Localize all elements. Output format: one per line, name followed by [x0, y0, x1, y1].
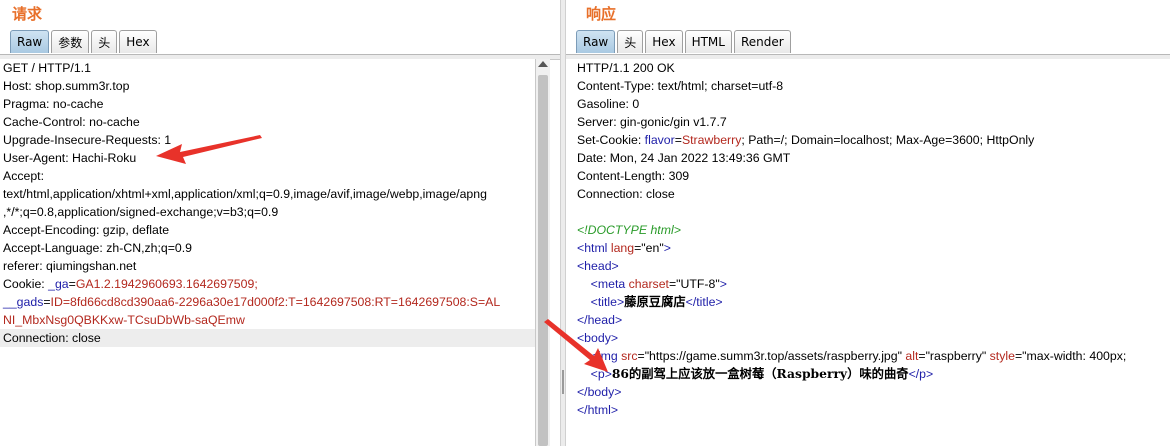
scroll-up-icon[interactable]: [538, 61, 548, 67]
request-tab-raw[interactable]: Raw: [10, 30, 50, 53]
attr-name: lang: [607, 241, 635, 255]
response-line: Gasoline: 0: [577, 97, 640, 111]
request-tab-params[interactable]: 参数: [51, 30, 90, 53]
request-line: Accept-Encoding: gzip, deflate: [3, 223, 170, 237]
request-line: GET / HTTP/1.1: [3, 61, 91, 75]
attr-name: src: [617, 349, 638, 363]
attr-value: "UTF-8": [676, 277, 720, 291]
set-cookie-eq: =: [674, 133, 682, 147]
set-cookie-name: flavor: [644, 133, 675, 147]
response-blank-line: [566, 203, 1170, 221]
request-tabs: Raw 参数 头 Hex: [10, 30, 157, 54]
response-line-set-cookie: Set-Cookie: flavor=Strawberry; Path=/; D…: [566, 131, 1170, 149]
attr-value: "raspberry": [925, 349, 987, 363]
attr-eq: =: [637, 349, 645, 363]
response-tab-render[interactable]: Render: [733, 30, 791, 53]
html-tag-line: <html lang="en">: [566, 239, 1170, 257]
response-line: Server: gin-gonic/gin v1.7.7: [577, 115, 727, 129]
response-line: Content-Type: text/html; charset=utf-8: [577, 79, 784, 93]
cookie-eq: =: [68, 277, 76, 291]
request-tab-headers[interactable]: 头: [91, 30, 118, 53]
tag-bracket: <: [590, 349, 598, 363]
html-tag-line: <p>86的副驾上应该放一盒树莓（Raspberry）味的曲奇</p>: [566, 365, 1170, 383]
response-line: HTTP/1.1 200 OK: [577, 61, 675, 75]
response-pane: 响应 Raw 头 Hex HTML Render HTTP/1.1 200 OK…: [566, 0, 1170, 446]
request-line-cookie: __gads=ID=8fd66cd8cd390aa6-2296a30e17d00…: [0, 293, 535, 311]
request-line-user-agent: User-Agent: Hachi-Roku: [3, 151, 137, 165]
html-tag-line: <img src="https://game.summ3r.top/assets…: [566, 347, 1170, 365]
tag-name: meta: [597, 277, 626, 291]
response-tab-hex[interactable]: Hex: [645, 30, 683, 53]
request-pane: 请求 Raw 参数 头 Hex GET / HTTP/1.1 Host: sho…: [0, 0, 560, 446]
set-cookie-suffix: ; Path=/; Domain=localhost; Max-Age=3600…: [741, 133, 1035, 147]
response-line: Date: Mon, 24 Jan 2022 13:49:36 GMT: [577, 151, 791, 165]
tag-bracket: >: [663, 241, 671, 255]
request-scrollbar[interactable]: [536, 59, 550, 446]
tag-name: img: [597, 349, 618, 363]
html-tag-line: <head>: [577, 259, 619, 273]
set-cookie-prefix: Set-Cookie:: [577, 133, 645, 147]
request-line: ,*/*;q=0.8,application/signed-exchange;v…: [3, 205, 279, 219]
request-line: Host: shop.summ3r.top: [3, 79, 130, 93]
request-line: text/html,application/xhtml+xml,applicat…: [3, 187, 487, 201]
response-tabs: Raw 头 Hex HTML Render: [576, 30, 791, 54]
cookie-name: __gads: [3, 295, 44, 309]
cookie-eq: =: [43, 295, 51, 309]
cookie-value: NI_MbxNsg0QBKKxw-TCsuDbWb-saQEmw: [3, 313, 245, 327]
request-line: Upgrade-Insecure-Requests: 1: [3, 133, 172, 147]
response-title: 响应: [586, 5, 617, 23]
tag-bracket: >: [719, 277, 727, 291]
response-editor[interactable]: HTTP/1.1 200 OK Content-Type: text/html;…: [566, 59, 1170, 446]
html-tag-line: <body>: [577, 331, 619, 345]
attr-name: style: [986, 349, 1015, 363]
attr-value: "en": [641, 241, 664, 255]
attr-value: "https://game.summ3r.top/assets/raspberr…: [644, 349, 902, 363]
response-line: Content-Length: 309: [577, 169, 690, 183]
tag-close: </p>: [908, 367, 934, 381]
tag-name: html: [584, 241, 608, 255]
paragraph-text: 86的副驾上应该放一盒树莓（Raspberry）味的曲奇: [611, 366, 909, 381]
attr-name: charset: [625, 277, 669, 291]
request-editor[interactable]: GET / HTTP/1.1 Host: shop.summ3r.top Pra…: [0, 59, 536, 446]
tag-open: <title>: [590, 295, 625, 309]
request-line-cookie: NI_MbxNsg0QBKKxw-TCsuDbWb-saQEmw: [0, 311, 535, 329]
scroll-thumb[interactable]: [538, 75, 548, 446]
request-line-connection: Connection: close: [0, 329, 535, 347]
doctype-line: <!DOCTYPE html>: [577, 223, 681, 237]
divider-grip-icon[interactable]: [562, 370, 564, 394]
request-line: Accept-Language: zh-CN,zh;q=0.9: [3, 241, 193, 255]
request-line: Pragma: no-cache: [3, 97, 104, 111]
html-tag-line: </head>: [577, 313, 623, 327]
tag-open: <p>: [590, 367, 612, 381]
request-line: Cache-Control: no-cache: [3, 115, 140, 129]
response-line: Connection: close: [577, 187, 675, 201]
request-line: referer: qiumingshan.net: [3, 259, 137, 273]
html-tag-line: </body>: [577, 385, 622, 399]
cookie-value: ID=8fd66cd8cd390aa6-2296a30e17d000f2:T=1…: [50, 295, 501, 309]
set-cookie-value: Strawberry: [681, 133, 742, 147]
response-tab-html[interactable]: HTML: [684, 30, 732, 53]
cookie-name: _ga: [48, 277, 69, 291]
tag-close: </title>: [685, 295, 723, 309]
response-tab-headers[interactable]: 头: [617, 30, 644, 53]
attr-name: alt: [901, 349, 919, 363]
html-tag-line: <title>藤原豆腐店</title>: [566, 293, 1170, 311]
attr-value: "max-width: 400px;: [1022, 349, 1127, 363]
attr-eq: =: [918, 349, 926, 363]
cookie-prefix: Cookie:: [3, 277, 49, 291]
cookie-value: GA1.2.1942960693.1642697509;: [75, 277, 258, 291]
request-title: 请求: [12, 5, 43, 23]
request-line-cookie: Cookie: _ga=GA1.2.1942960693.1642697509;: [0, 275, 535, 293]
response-tab-raw[interactable]: Raw: [576, 30, 616, 53]
tag-bracket: <: [590, 277, 598, 291]
title-text: 藤原豆腐店: [624, 294, 686, 309]
request-line: Accept:: [3, 169, 45, 183]
html-tag-line: </html>: [577, 403, 619, 417]
html-tag-line: <meta charset="UTF-8">: [566, 275, 1170, 293]
request-tab-hex[interactable]: Hex: [119, 30, 157, 53]
